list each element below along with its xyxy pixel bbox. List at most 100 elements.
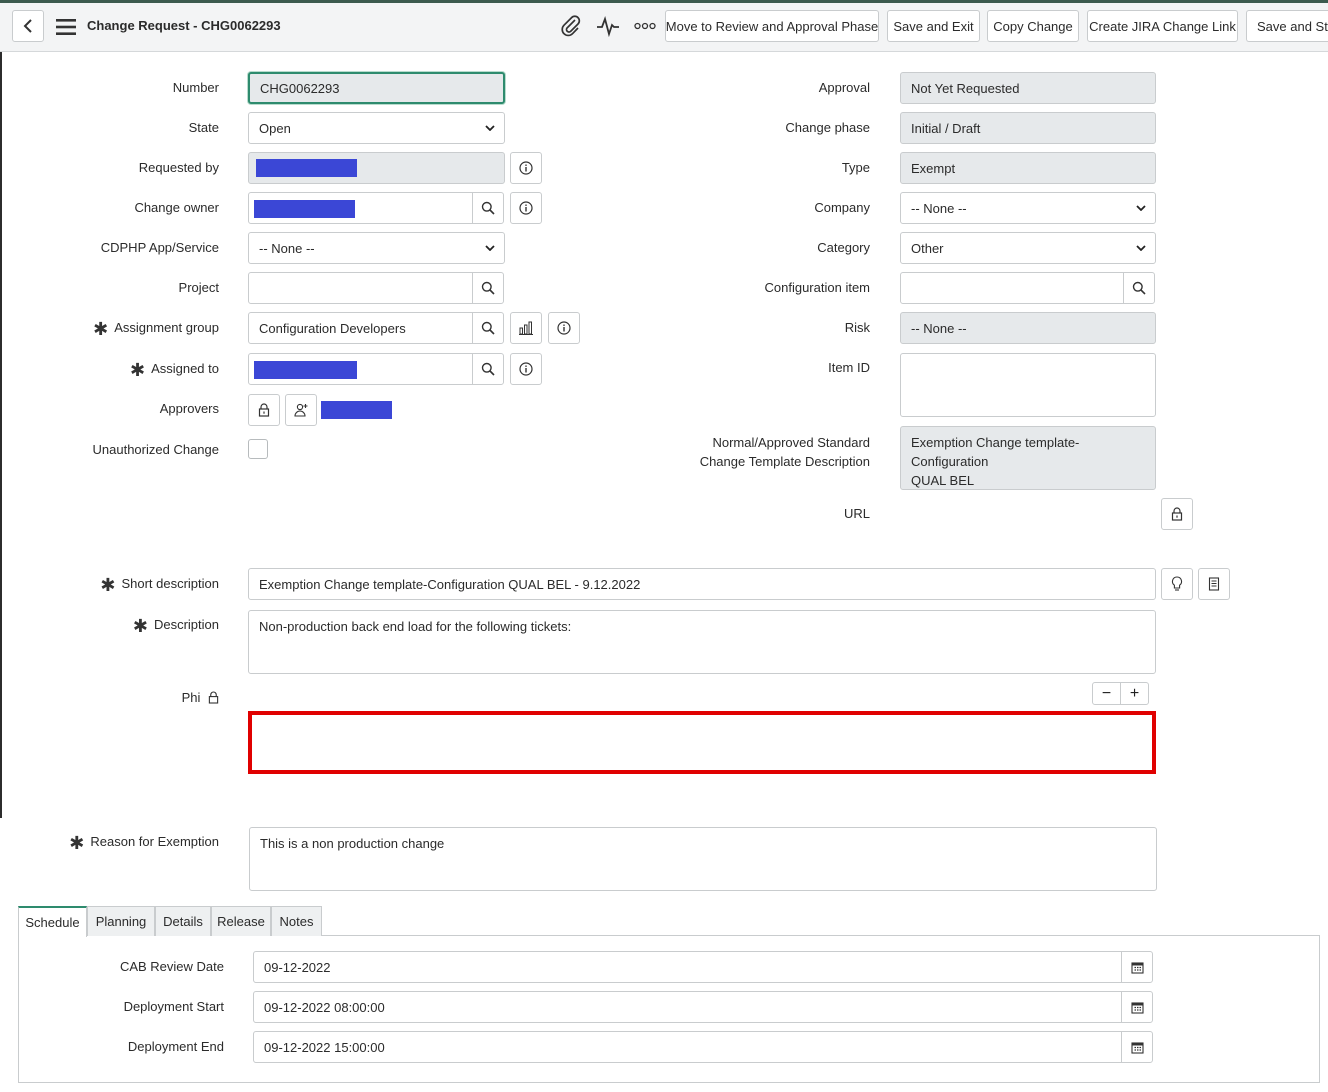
assigned-to-label: ✱ Assigned to <box>129 360 219 380</box>
cab-review-date-field[interactable]: 09-12-2022 <box>253 951 1123 983</box>
category-label: Category <box>817 240 870 255</box>
number-label: Number <box>172 80 219 95</box>
expand-button[interactable]: + <box>1120 682 1149 705</box>
tab-notes[interactable]: Notes <box>271 906 322 936</box>
more-options-icon[interactable] <box>633 14 657 38</box>
requested-by-label: Requested by <box>138 160 219 175</box>
redacted-block <box>321 401 392 419</box>
template-description-label: Normal/Approved Standard Change Template… <box>700 433 870 471</box>
search-icon[interactable] <box>472 312 504 344</box>
unauthorized-change-checkbox[interactable] <box>248 439 268 459</box>
search-icon[interactable] <box>472 353 504 385</box>
required-asterisk-icon: ✱ <box>93 319 109 339</box>
item-id-field[interactable] <box>900 353 1156 417</box>
redacted-block <box>254 200 355 218</box>
short-description-label-text: Short description <box>121 576 219 591</box>
assignment-group-label-text: Assignment group <box>114 320 219 335</box>
required-asterisk-icon: ✱ <box>132 616 148 636</box>
company-label: Company <box>814 200 870 215</box>
template-description-field[interactable]: Exemption Change template-Configuration … <box>900 426 1156 490</box>
project-label: Project <box>178 280 219 295</box>
deployment-end-label: Deployment End <box>127 1039 224 1054</box>
required-asterisk-icon: ✱ <box>69 833 85 853</box>
description-label-text: Description <box>153 617 219 632</box>
change-phase-field[interactable]: Initial / Draft <box>900 112 1156 144</box>
lock-icon[interactable] <box>1161 498 1193 530</box>
info-icon[interactable] <box>548 312 580 344</box>
company-value: -- None -- <box>911 200 967 216</box>
state-select[interactable]: Open <box>248 112 505 144</box>
info-icon[interactable] <box>510 353 542 385</box>
tab-schedule[interactable]: Schedule <box>18 906 87 937</box>
approval-field[interactable]: Not Yet Requested <box>900 72 1156 104</box>
item-id-label: Item ID <box>828 360 870 375</box>
bar-chart-icon[interactable] <box>510 312 542 344</box>
company-select[interactable]: -- None -- <box>900 192 1156 224</box>
tab-release[interactable]: Release <box>211 906 271 936</box>
template-description-label-line: Normal/Approved Standard <box>712 435 870 450</box>
type-field[interactable]: Exempt <box>900 152 1156 184</box>
search-icon[interactable] <box>1123 272 1155 304</box>
save-and-stay-button[interactable]: Save and Stay <box>1246 10 1328 42</box>
app-service-select[interactable]: -- None -- <box>248 232 505 264</box>
type-label: Type <box>841 160 870 175</box>
add-approver-icon[interactable] <box>285 394 317 426</box>
category-value: Other <box>911 240 944 256</box>
save-and-exit-button[interactable]: Save and Exit <box>887 10 980 42</box>
paperclip-icon[interactable] <box>559 14 583 38</box>
reason-for-exemption-label: ✱ Reason for Exemption <box>69 833 219 853</box>
category-select[interactable]: Other <box>900 232 1156 264</box>
description-field[interactable]: Non-production back end load for the fol… <box>248 610 1156 674</box>
copy-change-button[interactable]: Copy Change <box>987 10 1079 42</box>
template-description-label-line: Change Template Description <box>699 454 870 469</box>
short-description-field[interactable]: Exemption Change template-Configuration … <box>248 568 1156 600</box>
tab-planning[interactable]: Planning <box>87 906 155 936</box>
lock-icon[interactable] <box>248 394 280 426</box>
approval-label: Approval <box>818 80 870 95</box>
calendar-icon[interactable] <box>1121 1031 1153 1063</box>
info-icon[interactable] <box>510 152 542 184</box>
required-asterisk-icon: ✱ <box>129 360 146 380</box>
approvers-label: Approvers <box>159 401 219 416</box>
assigned-to-label-text: Assigned to <box>151 361 219 376</box>
collapse-button[interactable]: − <box>1092 682 1121 705</box>
redacted-block <box>256 159 357 177</box>
assignment-group-field[interactable]: Configuration Developers <box>248 312 473 344</box>
state-label: State <box>188 120 219 135</box>
deployment-start-field[interactable]: 09-12-2022 08:00:00 <box>253 991 1123 1023</box>
activity-pulse-icon[interactable] <box>596 14 620 38</box>
calendar-icon[interactable] <box>1121 991 1153 1023</box>
description-label: ✱ Description <box>132 616 219 636</box>
number-field[interactable]: CHG0062293 <box>248 72 505 104</box>
risk-field[interactable]: -- None -- <box>900 312 1156 344</box>
search-icon[interactable] <box>472 192 504 224</box>
chevron-down-icon <box>484 122 496 134</box>
deployment-end-field[interactable]: 09-12-2022 15:00:00 <box>253 1031 1123 1063</box>
lightbulb-icon[interactable] <box>1161 568 1193 600</box>
configuration-item-field[interactable] <box>900 272 1124 304</box>
move-to-review-button[interactable]: Move to Review and Approval Phase <box>665 10 879 42</box>
change-phase-label: Change phase <box>785 120 870 135</box>
chevron-down-icon <box>1135 202 1147 214</box>
reason-for-exemption-label-text: Reason for Exemption <box>90 834 219 849</box>
required-asterisk-icon: ✱ <box>100 575 116 595</box>
project-field[interactable] <box>248 272 473 304</box>
assignment-group-label: ✱ Assignment group <box>93 319 219 339</box>
deployment-start-label: Deployment Start <box>123 999 224 1014</box>
risk-label: Risk <box>844 320 870 335</box>
short-description-label: ✱ Short description <box>100 575 219 595</box>
reason-for-exemption-field[interactable]: This is a non production change <box>249 827 1157 891</box>
search-icon[interactable] <box>472 272 504 304</box>
chevron-down-icon <box>484 242 496 254</box>
calendar-icon[interactable] <box>1121 951 1153 983</box>
template-book-icon[interactable] <box>1198 568 1230 600</box>
hamburger-menu-icon[interactable] <box>54 16 78 38</box>
info-icon[interactable] <box>510 192 542 224</box>
create-jira-link-button[interactable]: Create JIRA Change Link <box>1087 10 1238 42</box>
unauthorized-change-label: Unauthorized Change <box>92 442 219 457</box>
back-button[interactable] <box>12 10 44 42</box>
phi-field-highlighted[interactable] <box>248 711 1156 774</box>
tab-details[interactable]: Details <box>155 906 211 936</box>
change-owner-label: Change owner <box>134 200 219 215</box>
page-title: Change Request - CHG0062293 <box>87 18 281 33</box>
